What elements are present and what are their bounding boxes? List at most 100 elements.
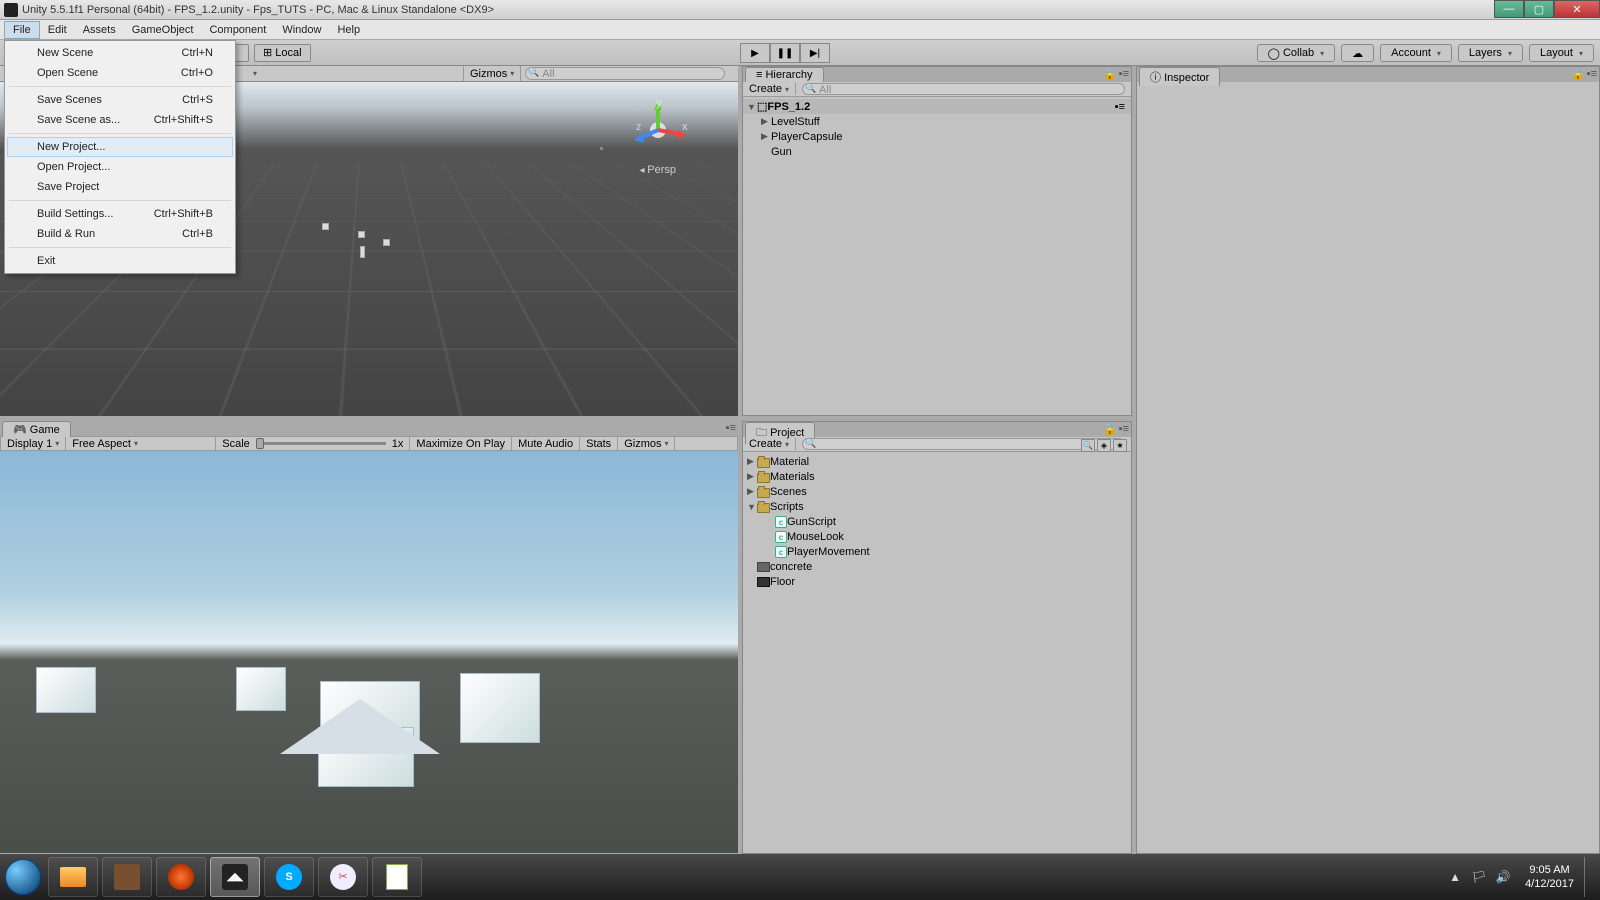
menu-separator <box>9 200 231 201</box>
task-notes[interactable] <box>372 857 422 897</box>
hierarchy-item-levelstuff[interactable]: ▶LevelStuff <box>743 114 1131 129</box>
panel-options-icon[interactable]: ▪≡ <box>1587 68 1597 81</box>
menu-gameobject[interactable]: GameObject <box>124 22 202 38</box>
file-new-scene[interactable]: New SceneCtrl+N <box>7 43 233 63</box>
task-skype[interactable]: S <box>264 857 314 897</box>
svg-text:x: x <box>682 121 688 133</box>
play-button[interactable]: ▶ <box>740 43 770 63</box>
cloud-button[interactable]: ☁ <box>1341 44 1374 62</box>
folder-icon <box>757 458 770 468</box>
task-explorer[interactable] <box>48 857 98 897</box>
panel-lock-icon[interactable]: 🔒 <box>1103 68 1117 81</box>
game-ramp <box>280 699 440 754</box>
scene-object[interactable] <box>322 223 329 230</box>
project-folder-material[interactable]: ▶ Material <box>743 454 1131 469</box>
hierarchy-item-playercapsule[interactable]: ▶PlayerCapsule <box>743 129 1131 144</box>
game-cube <box>460 673 540 743</box>
hierarchy-create-button[interactable]: Create <box>743 83 796 95</box>
scene-object[interactable] <box>383 239 390 246</box>
project-create-button[interactable]: Create <box>743 438 796 450</box>
file-save-scene-as[interactable]: Save Scene as...Ctrl+Shift+S <box>7 110 233 130</box>
show-desktop-button[interactable] <box>1584 857 1594 897</box>
scene-object[interactable] <box>358 231 365 238</box>
window-maximize-button[interactable]: ▢ <box>1524 0 1554 18</box>
game-view[interactable] <box>0 451 738 853</box>
game-gizmos-dropdown[interactable]: Gizmos <box>618 437 675 451</box>
file-save-scenes[interactable]: Save ScenesCtrl+S <box>7 90 233 110</box>
project-script-playermovement[interactable]: c PlayerMovement <box>743 544 1131 559</box>
panel-options-icon[interactable]: ▪≡ <box>726 422 736 434</box>
window-minimize-button[interactable]: — <box>1494 0 1524 18</box>
project-asset-concrete[interactable]: concrete <box>743 559 1131 574</box>
gizmos-dropdown[interactable]: Gizmos <box>464 66 521 81</box>
scene-object[interactable] <box>360 246 365 258</box>
file-save-project[interactable]: Save Project <box>7 177 233 197</box>
menu-help[interactable]: Help <box>329 22 368 38</box>
start-button[interactable] <box>0 854 46 900</box>
project-script-gunscript[interactable]: c GunScript <box>743 514 1131 529</box>
scene-shading-dropdown[interactable] <box>244 66 464 81</box>
scene-options-icon[interactable]: ▪≡ <box>1115 101 1125 113</box>
mute-toggle[interactable]: Mute Audio <box>512 437 580 451</box>
local-space-button[interactable]: ⊞Local <box>254 44 311 62</box>
task-game[interactable] <box>102 857 152 897</box>
tray-show-hidden-icon[interactable]: ▲ <box>1446 868 1464 886</box>
stats-toggle[interactable]: Stats <box>580 437 618 451</box>
hierarchy-item-gun[interactable]: Gun <box>743 144 1131 159</box>
window-close-button[interactable]: ✕ <box>1554 0 1600 18</box>
search-label-icon[interactable]: ◈ <box>1097 439 1111 452</box>
axis-gizmo[interactable]: y x z <box>628 100 688 160</box>
menu-component[interactable]: Component <box>201 22 274 38</box>
favorite-icon[interactable]: ★ <box>1113 439 1127 452</box>
project-folder-scenes[interactable]: ▶ Scenes <box>743 484 1131 499</box>
hierarchy-search-input[interactable]: All <box>802 83 1125 95</box>
tray-action-center-icon[interactable]: 🏳 <box>1470 868 1488 886</box>
menu-assets[interactable]: Assets <box>75 22 124 38</box>
game-tab[interactable]: 🎮 Game <box>2 421 71 437</box>
project-search-input[interactable] <box>802 438 1125 450</box>
file-exit[interactable]: Exit <box>7 251 233 271</box>
tray-volume-icon[interactable]: 🔊 <box>1494 868 1512 886</box>
file-open-scene[interactable]: Open SceneCtrl+O <box>7 63 233 83</box>
inspector-tab[interactable]: ⓘ Inspector <box>1139 67 1220 86</box>
file-build-settings[interactable]: Build Settings...Ctrl+Shift+B <box>7 204 233 224</box>
menu-edit[interactable]: Edit <box>40 22 75 38</box>
file-new-project[interactable]: New Project... <box>7 137 233 157</box>
layout-button[interactable]: Layout <box>1529 44 1594 62</box>
file-build-and-run[interactable]: Build & RunCtrl+B <box>7 224 233 244</box>
window-titlebar: Unity 5.5.1f1 Personal (64bit) - FPS_1.2… <box>0 0 1600 20</box>
step-button[interactable]: ▶| <box>800 43 830 63</box>
account-button[interactable]: Account <box>1380 44 1452 62</box>
task-firefox[interactable] <box>156 857 206 897</box>
material-icon <box>757 577 770 587</box>
panel-options-icon[interactable]: ▪≡ <box>1119 68 1129 81</box>
menu-window[interactable]: Window <box>274 22 329 38</box>
scene-search-input[interactable]: All <box>525 67 725 80</box>
file-open-project[interactable]: Open Project... <box>7 157 233 177</box>
task-unity[interactable]: ◢◣ <box>210 857 260 897</box>
panel-lock-icon[interactable]: 🔒 <box>1103 423 1117 436</box>
hierarchy-scene-row[interactable]: ▼⬚ FPS_1.2▪≡ <box>743 99 1131 114</box>
maximize-toggle[interactable]: Maximize On Play <box>410 437 512 451</box>
display-dropdown[interactable]: Display 1 <box>1 437 66 451</box>
scale-slider[interactable]: Scale 1x <box>216 437 410 451</box>
tray-clock[interactable]: 9:05 AM 4/12/2017 <box>1515 863 1584 891</box>
layers-button[interactable]: Layers <box>1458 44 1523 62</box>
menu-file[interactable]: File <box>4 21 40 39</box>
pause-button[interactable]: ❚❚ <box>770 43 800 63</box>
game-cube <box>236 667 286 711</box>
svg-text:y: y <box>656 100 662 109</box>
perspective-label[interactable]: ◂ Persp <box>639 164 676 176</box>
project-folder-scripts[interactable]: ▼ Scripts <box>743 499 1131 514</box>
panel-options-icon[interactable]: ▪≡ <box>1119 423 1129 436</box>
panel-lock-icon[interactable]: 🔒 <box>1571 68 1585 81</box>
aspect-dropdown[interactable]: Free Aspect <box>66 437 216 451</box>
task-snip[interactable]: ✂ <box>318 857 368 897</box>
project-script-mouselook[interactable]: c MouseLook <box>743 529 1131 544</box>
search-filter-icon[interactable]: 🔍 <box>1081 439 1095 452</box>
project-folder-materials[interactable]: ▶ Materials <box>743 469 1131 484</box>
windows-taskbar: ◢◣ S ✂ ▲ 🏳 🔊 9:05 AM 4/12/2017 <box>0 854 1600 900</box>
project-asset-floor[interactable]: Floor <box>743 574 1131 589</box>
hierarchy-tab[interactable]: ≡ Hierarchy <box>745 67 824 82</box>
collab-button[interactable]: ◯ Collab <box>1257 44 1336 62</box>
